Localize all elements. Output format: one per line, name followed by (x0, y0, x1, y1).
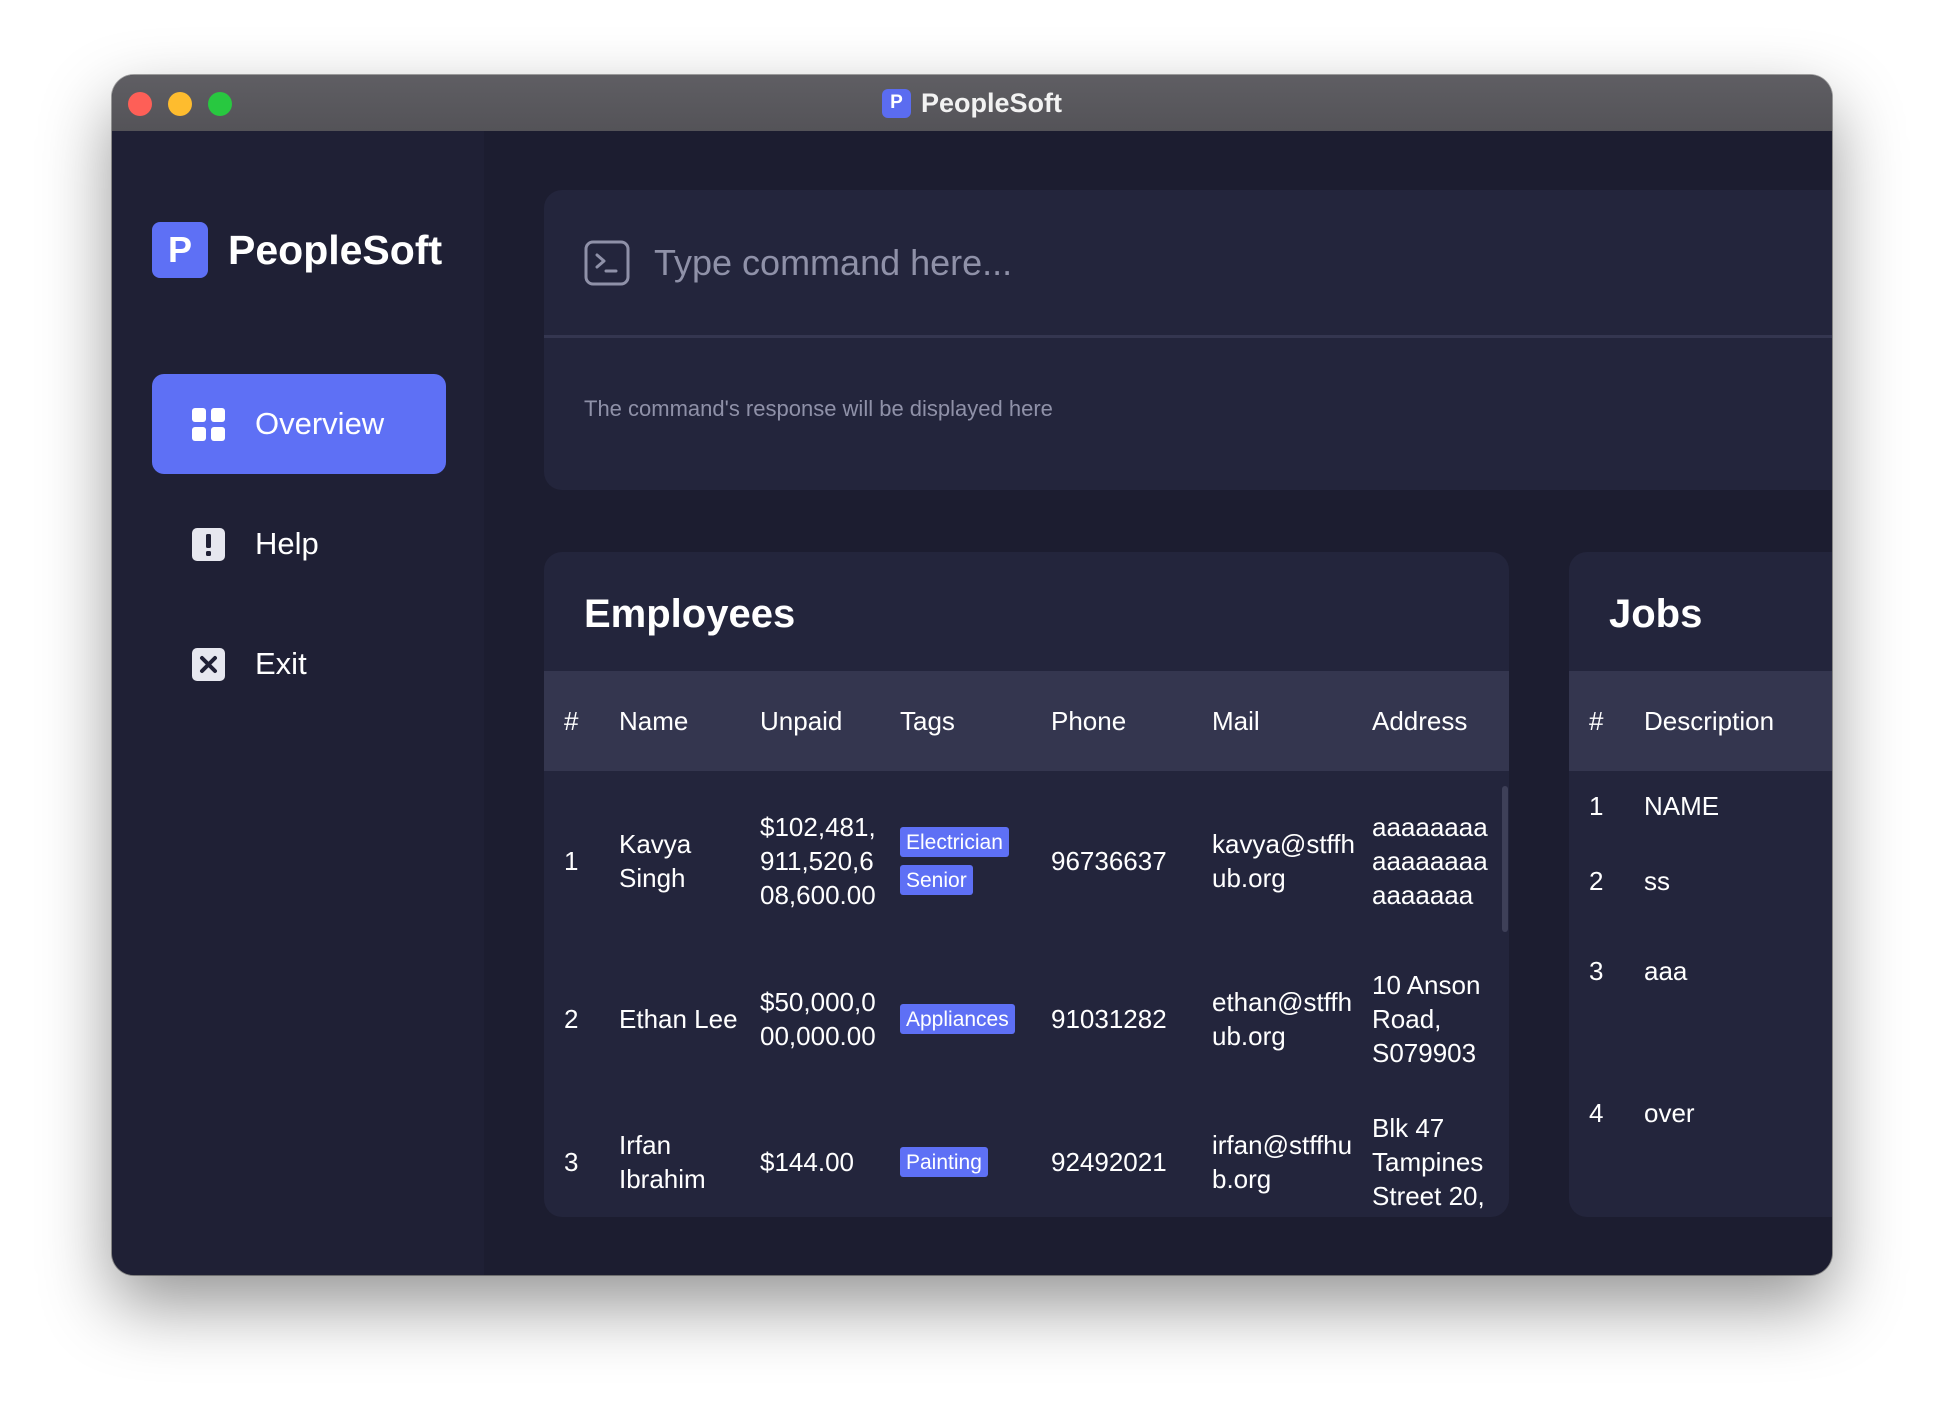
cell-mail: irfan@stffhub.org (1212, 1129, 1353, 1194)
jobs-table-body: 1 NAME 2 ss 3 aaa 4 over (1569, 771, 1832, 1217)
cell-index: 2 (1589, 866, 1604, 896)
column-header-address[interactable]: Address (1372, 706, 1467, 737)
exclamation-icon (192, 527, 225, 561)
sidebar-item-label: Help (255, 526, 319, 561)
column-header-index[interactable]: # (1589, 706, 1603, 737)
jobs-title: Jobs (1609, 592, 1703, 636)
table-row[interactable]: 3 aaa (1569, 951, 1832, 991)
employees-table-body: 1 Kavya Singh $102,481,911,520,608,600.0… (544, 771, 1509, 1217)
jobs-panel: Jobs # Description 1 NAME 2 ss 3 aaa 4 o… (1569, 552, 1832, 1217)
jobs-table-header: # Description (1569, 671, 1832, 771)
employees-table-header: # Name Unpaid Tags Phone Mail Address (544, 671, 1509, 771)
brand-logo-icon: P (152, 222, 208, 278)
app-logo-icon: P (881, 88, 911, 118)
maximize-window-button[interactable] (208, 92, 232, 116)
table-row[interactable]: 2 Ethan Lee $50,000,000,000.00 Appliance… (544, 961, 1509, 1076)
window-controls (128, 92, 232, 116)
table-row[interactable]: 3 Irfan Ibrahim $144.00 Painting 9249202… (544, 1104, 1509, 1217)
cell-description: aaa (1644, 956, 1688, 986)
command-panel: The command's response will be displayed… (544, 190, 1832, 490)
cell-tags: Electrician Senior (900, 786, 1040, 936)
column-header-tags[interactable]: Tags (900, 706, 955, 737)
cell-phone: 92492021 (1051, 1146, 1167, 1177)
terminal-icon (584, 240, 630, 286)
sidebar-item-label: Overview (255, 406, 385, 441)
cell-address: 10 Anson Road, S079903 (1372, 969, 1481, 1068)
table-row[interactable]: 2 ss (1569, 861, 1832, 901)
cell-index: 2 (564, 1003, 579, 1034)
column-header-phone[interactable]: Phone (1051, 706, 1126, 737)
cell-unpaid: $102,481,911,520,608,600.00 (760, 812, 876, 910)
employees-title: Employees (584, 592, 796, 636)
column-header-name[interactable]: Name (619, 706, 688, 737)
sidebar: P PeopleSoft Overview Help Exit (112, 131, 484, 1275)
cell-phone: 96736637 (1051, 846, 1167, 876)
cell-address: Blk 47 Tampines Street 20, (1372, 1112, 1485, 1211)
employees-scrollbar[interactable] (1502, 786, 1508, 932)
column-header-index[interactable]: # (564, 706, 578, 737)
employees-panel: Employees # Name Unpaid Tags Phone Mail … (544, 552, 1509, 1217)
cell-name: Ethan Lee (619, 1003, 738, 1034)
grid-icon (192, 407, 225, 441)
cell-unpaid: $50,000,000,000.00 (760, 986, 876, 1051)
minimize-window-button[interactable] (168, 92, 192, 116)
cell-mail: kavya@stffhub.org (1212, 829, 1355, 893)
tag-badge: Electrician (900, 827, 1009, 857)
cell-index: 4 (1589, 1098, 1604, 1128)
sidebar-item-help[interactable]: Help (152, 494, 446, 594)
cell-tags: Painting (900, 1104, 1040, 1217)
cell-description: over (1644, 1098, 1695, 1128)
column-header-unpaid[interactable]: Unpaid (760, 706, 842, 737)
command-response: The command's response will be displayed… (584, 396, 1053, 421)
cell-index: 1 (564, 846, 579, 876)
table-row[interactable]: 1 Kavya Singh $102,481,911,520,608,600.0… (544, 786, 1509, 936)
title-bar: P PeopleSoft (112, 75, 1832, 131)
brand: P PeopleSoft (152, 222, 442, 278)
main-content: The command's response will be displayed… (484, 131, 1832, 1275)
cell-index: 1 (1589, 791, 1604, 821)
brand-name: PeopleSoft (228, 226, 443, 273)
cell-tags: Appliances (900, 961, 1040, 1076)
command-input[interactable] (654, 233, 1754, 293)
column-header-mail[interactable]: Mail (1212, 706, 1260, 737)
sidebar-item-overview[interactable]: Overview (152, 374, 446, 474)
cell-phone: 91031282 (1051, 1003, 1167, 1034)
cell-address: aaaaaaaaaaaaaaaaaaaaaaa (1372, 812, 1488, 910)
cell-index: 3 (564, 1146, 579, 1177)
tag-badge: Painting (900, 1146, 988, 1177)
cell-description: ss (1644, 866, 1670, 896)
app-window: P PeopleSoft P PeopleSoft Overview Help … (112, 75, 1832, 1275)
close-box-icon (192, 647, 225, 681)
column-header-description[interactable]: Description (1644, 706, 1774, 737)
sidebar-item-label: Exit (255, 646, 307, 681)
sidebar-item-exit[interactable]: Exit (152, 614, 446, 714)
tag-badge: Senior (900, 865, 973, 895)
cell-index: 3 (1589, 956, 1604, 986)
cell-name: Irfan Ibrahim (619, 1129, 706, 1194)
close-window-button[interactable] (128, 92, 152, 116)
window-title-group: P PeopleSoft (881, 87, 1062, 119)
command-bar (544, 190, 1832, 338)
tag-badge: Appliances (900, 1003, 1015, 1034)
window-title: PeopleSoft (920, 87, 1062, 118)
cell-description: NAME (1644, 791, 1720, 821)
table-row[interactable]: 4 over (1569, 1093, 1832, 1133)
cell-mail: ethan@stffhub.org (1212, 986, 1353, 1051)
cell-name: Kavya Singh (619, 829, 692, 893)
table-row[interactable]: 1 NAME (1569, 786, 1832, 826)
cell-unpaid: $144.00 (760, 1146, 854, 1177)
